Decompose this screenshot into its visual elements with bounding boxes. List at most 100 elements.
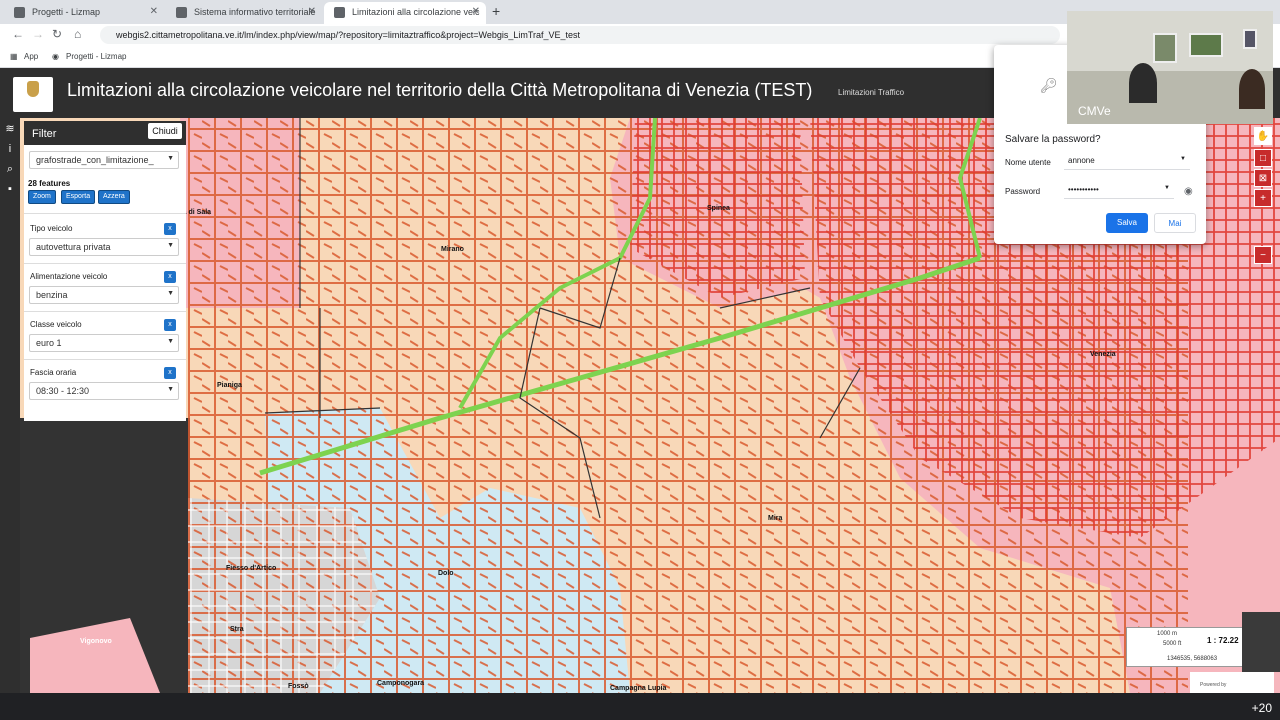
username-value: annone (1068, 156, 1095, 165)
bookmark-progetti[interactable]: Progetti - Lizmap (66, 52, 126, 61)
lizmap-favicon-icon (14, 7, 25, 18)
password-field[interactable]: ••••••••••• ▼ (1064, 181, 1174, 199)
comment-icon[interactable]: ▪ (4, 183, 16, 195)
search-icon[interactable]: ⌕ (4, 163, 16, 175)
vehicle-type-select[interactable]: autovettura privata ▼ (29, 238, 179, 256)
place-label-camponogara: Camponogara (377, 680, 425, 687)
back-arrow-icon[interactable]: ← (12, 27, 24, 41)
url-text: webgis2.cittametropolitana.ve.it/lm/inde… (116, 30, 581, 40)
page-title: Limitazioni alla circolazione veicolare … (67, 80, 813, 100)
username-label: Nome utente (1005, 158, 1051, 167)
tab-label: Limitazioni alla circolazione veic (352, 7, 480, 17)
pointer-coordinates: 1346535, 5688063 (1167, 656, 1218, 662)
vehicle-type-value: autovettura privata (36, 242, 111, 252)
tab-limitazioni[interactable]: Limitazioni alla circolazione veic ✕ (324, 2, 486, 24)
place-label-pianiga: Pianiga (217, 382, 242, 389)
filter-panel: Filter Chiudi grafostrade_con_limitazion… (24, 121, 186, 421)
zoom-button[interactable]: Zoom (28, 190, 56, 204)
powered-by-badge: Powered by (1190, 672, 1274, 693)
divider (24, 311, 186, 312)
more-participants-count[interactable]: +20 (1252, 701, 1272, 715)
divider (24, 263, 186, 264)
video-call-overlay[interactable]: CMVe (1067, 11, 1273, 124)
url-field[interactable]: webgis2.cittametropolitana.ve.it/lm/inde… (100, 26, 1060, 44)
left-toolbar: ≋ i ⌕ ▪ (0, 118, 20, 693)
crest-icon (27, 81, 39, 97)
filter-label-class: Classe veicolo (30, 320, 82, 329)
scale-box: 1000 m 5000 ft 1 : 72.22 1346535, 568806… (1126, 627, 1246, 667)
close-button[interactable]: Chiudi (148, 123, 182, 139)
chevron-down-icon: ▼ (1164, 185, 1170, 191)
metropolitan-city-logo[interactable] (13, 77, 53, 112)
filter-label-fuel: Alimentazione veicolo (30, 272, 108, 281)
layers-icon[interactable]: ≋ (4, 123, 16, 135)
export-button[interactable]: Esporta (61, 190, 96, 204)
chevron-down-icon: ▼ (167, 242, 174, 249)
time-slot-select[interactable]: 08:30 - 12:30 ▼ (29, 382, 179, 400)
video-picture-frame (1153, 33, 1177, 63)
fuel-value: benzina (36, 290, 68, 300)
place-label-dolo: Dolo (438, 570, 454, 577)
home-icon[interactable]: ⌂ (74, 27, 81, 41)
project-subtitle: Limitazioni Traffico (838, 88, 905, 97)
zoom-in-icon[interactable]: + (1254, 189, 1272, 207)
tab-close-icon[interactable]: ✕ (150, 6, 158, 17)
place-label-stra: Stra (230, 626, 244, 633)
time-slot-value: 08:30 - 12:30 (36, 386, 90, 396)
tab-label: Sistema informativo territoriale (194, 7, 316, 17)
layer-select-value: grafostrade_con_limitazione_ (36, 155, 154, 165)
layer-select[interactable]: grafostrade_con_limitazione_ ▼ (29, 151, 179, 169)
place-label-fiesso: Fiesso d'Artico (226, 565, 277, 572)
reload-icon[interactable]: ↻ (52, 27, 62, 41)
place-label-fosso: Fossò (288, 683, 309, 690)
page-favicon-icon (176, 7, 187, 18)
clear-filter-button[interactable]: x (164, 223, 176, 235)
globe-favicon-icon (334, 7, 345, 18)
scale-bar-meters: 1000 m (1157, 631, 1178, 637)
vehicle-class-select[interactable]: euro 1 ▼ (29, 334, 179, 352)
chevron-down-icon: ▼ (167, 155, 174, 162)
full-extent-icon[interactable]: ⊠ (1254, 169, 1272, 187)
filter-label-vehicle-type: Tipo veicolo (30, 224, 73, 233)
show-password-eye-icon[interactable]: ◉ (1184, 186, 1193, 197)
never-button[interactable]: Mai (1154, 213, 1196, 233)
zoom-box-icon[interactable]: □ (1254, 149, 1272, 167)
video-picture-frame (1243, 29, 1257, 49)
clear-filter-button[interactable]: x (164, 367, 176, 379)
video-picture-frame (1189, 33, 1223, 57)
pan-hand-icon[interactable]: ✋ (1254, 127, 1272, 145)
tab-close-icon[interactable]: ✕ (308, 6, 316, 17)
overview-toggle[interactable] (1242, 612, 1280, 672)
place-label-spinea: Spinea (707, 205, 730, 212)
participant-name: CMVe (1078, 104, 1111, 118)
filter-panel-title: Filter (32, 128, 57, 140)
reset-button[interactable]: Azzera (98, 190, 130, 204)
place-label-mirano: Mirano (441, 246, 464, 253)
password-value: ••••••••••• (1068, 185, 1099, 194)
vehicle-class-value: euro 1 (36, 338, 62, 348)
username-field[interactable]: annone ▼ (1064, 152, 1190, 170)
divider (24, 213, 186, 214)
scale-ratio: 1 : 72.22 (1207, 636, 1239, 645)
scale-bar-feet: 5000 ft (1163, 641, 1182, 647)
fuel-select[interactable]: benzina ▼ (29, 286, 179, 304)
zoom-out-icon[interactable]: − (1254, 246, 1272, 264)
clear-filter-button[interactable]: x (164, 271, 176, 283)
clear-filter-button[interactable]: x (164, 319, 176, 331)
save-button[interactable]: Salva (1106, 213, 1148, 233)
apps-grid-icon[interactable]: ▦ (10, 52, 18, 61)
place-label-venezia: Venezia (1090, 351, 1116, 358)
forward-arrow-icon[interactable]: → (32, 27, 44, 41)
tab-sistema-informativo[interactable]: Sistema informativo territoriale ✕ (166, 2, 322, 24)
participant-person (1129, 63, 1157, 103)
participant-person (1239, 69, 1265, 109)
chevron-down-icon: ▼ (167, 386, 174, 393)
tab-progetti-lizmap[interactable]: Progetti - Lizmap ✕ (4, 2, 164, 24)
powered-by-text: Powered by (1200, 682, 1227, 688)
new-tab-icon[interactable]: + (492, 3, 500, 19)
info-icon[interactable]: i (4, 143, 16, 155)
dialog-title: Salvare la password? (1005, 134, 1101, 145)
chevron-down-icon: ▼ (167, 290, 174, 297)
bookmark-apps[interactable]: App (24, 52, 38, 61)
tab-close-icon[interactable]: ✕ (472, 6, 480, 17)
